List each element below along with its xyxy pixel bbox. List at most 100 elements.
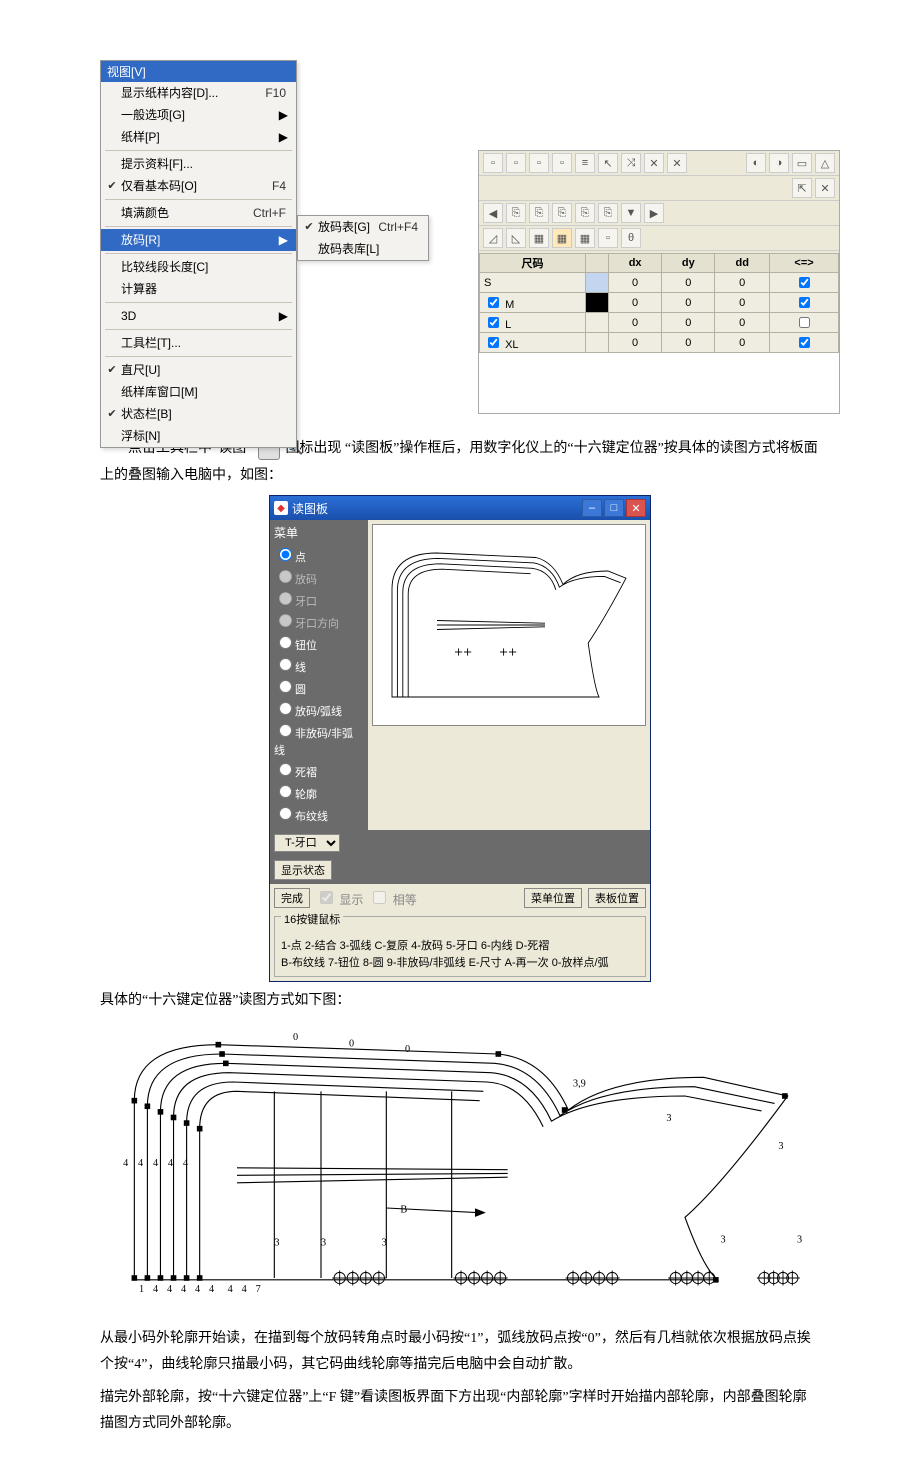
svg-text:0: 0 [405,1044,410,1055]
panel-position-button[interactable]: 表板位置 [588,888,646,908]
row-size-checkbox[interactable] [488,297,499,308]
menu-item-toolbar[interactable]: 工具栏[T]... [101,332,296,354]
row-flag-checkbox[interactable] [799,317,810,328]
radio-button-pos[interactable]: 钮位 [274,633,364,655]
tool-icon[interactable]: ◿ [483,228,503,248]
menu-item-show-pattern-content[interactable]: 显示纸样内容[D]... F10 [101,82,296,104]
svg-text:4: 4 [242,1284,247,1295]
toolbar-icon[interactable]: ◐ [746,153,766,173]
dialog-row-show-state: 显示状态 [270,856,650,884]
toolbar-icon[interactable]: ◑ [769,153,789,173]
radio-circle[interactable]: 圆 [274,677,364,699]
prev-icon[interactable]: ◀ [483,203,503,223]
radio-notch-direction[interactable]: 牙口方向 [274,611,364,633]
svg-text:4: 4 [167,1284,172,1295]
menu-item-calculator[interactable]: 计算器 [101,278,296,300]
tool-icon[interactable]: ▦ [552,228,572,248]
tool-icon[interactable]: ▦ [575,228,595,248]
grading-submenu: ✔ 放码表[G] Ctrl+F4 放码表库[L] [297,215,429,261]
toolbar-icon[interactable]: ▭ [792,153,812,173]
paragraph: 具体的“十六键定位器”读图方式如下图： [100,988,820,1015]
svg-text:4: 4 [123,1158,128,1169]
document-body: 点击工具栏中“读图” 🔍 图标出现 “读图板”操作框后，用数字化仪上的“十六键定… [100,436,820,1438]
svg-text:4: 4 [138,1158,143,1169]
equal-checkbox[interactable]: 相等 [369,888,416,908]
toolbar-icon[interactable]: ✕ [667,153,687,173]
maximize-button[interactable]: □ [604,499,624,517]
toolbar-icon[interactable]: △ [815,153,835,173]
notch-type-select[interactable]: T-牙口 [274,834,340,852]
row-size-checkbox[interactable] [488,317,499,328]
show-state-button[interactable]: 显示状态 [274,860,332,880]
dialog-titlebar[interactable]: ◆ 读图板 – □ ✕ [270,496,650,520]
toolbar-icon[interactable]: ▫ [483,153,503,173]
size-header[interactable]: 尺码 [480,254,586,273]
menu-item-ruler[interactable]: ✔ 直尺[U] [101,359,296,381]
menu-separator [105,302,292,303]
menu-item-grading[interactable]: 放码[R] ▶ [101,229,296,251]
tool-icon[interactable]: θ [621,228,641,248]
radio-notch[interactable]: 牙口 [274,589,364,611]
next-icon[interactable]: ▶ [644,203,664,223]
copy-icon[interactable]: ⎘ [506,203,526,223]
undock-icon[interactable]: ⇱ [792,178,812,198]
menu-item-3d[interactable]: 3D ▶ [101,305,296,327]
radio-nongrading-nonarc[interactable]: 非放码/非弧线 [274,721,364,760]
dropdown-icon[interactable]: ▼ [621,203,641,223]
grading-table-panel: ▫ ▫ ▫ ▫ ≡ ↖ ⤨ ✕ ✕ ◐ ◑ ▭ △ ⇱ ✕ ◀ ⎘ [478,150,840,414]
done-button[interactable]: 完成 [274,888,310,908]
copy-icon[interactable]: ⎘ [575,203,595,223]
dx-header[interactable]: dx [609,254,662,273]
minimize-button[interactable]: – [582,499,602,517]
legend-line: B-布纹线 7-钮位 8-圆 9-非放码/非弧线 E-尺寸 A-再一次 0-放样… [281,957,609,969]
toolbar-icon[interactable]: ⤨ [621,153,641,173]
menu-item-pattern-lib-window[interactable]: 纸样库窗口[M] [101,381,296,403]
menu-item-fill-color[interactable]: 填满颜色 Ctrl+F [101,202,296,224]
close-button[interactable]: ✕ [626,499,646,517]
copy-icon[interactable]: ⎘ [529,203,549,223]
copy-icon[interactable]: ⎘ [552,203,572,223]
toolbar-icon[interactable]: ▫ [506,153,526,173]
tool-icon[interactable]: ◺ [506,228,526,248]
menu-separator [105,356,292,357]
radio-grainline[interactable]: 布纹线 [274,804,364,826]
svg-text:4: 4 [183,1158,188,1169]
menu-item-tip-data[interactable]: 提示资料[F]... [101,153,296,175]
menu-item-status-bar[interactable]: ✔ 状态栏[B] [101,403,296,425]
menu-position-button[interactable]: 菜单位置 [524,888,582,908]
show-checkbox[interactable]: 显示 [316,888,363,908]
row-flag-checkbox[interactable] [799,297,810,308]
toolbar-icon[interactable]: ≡ [575,153,595,173]
radio-outline[interactable]: 轮廓 [274,782,364,804]
menu-item-cursor[interactable]: 浮标[N] [101,425,296,447]
radio-grading-arc[interactable]: 放码/弧线 [274,699,364,721]
panel-toolbar-row4: ◿ ◺ ▦ ▦ ▦ ▫ θ [479,226,839,251]
menu-item-general-options[interactable]: 一般选项[G] ▶ [101,104,296,126]
row-flag-checkbox[interactable] [799,337,810,348]
dy-header[interactable]: dy [662,254,715,273]
tool-icon[interactable]: ▦ [529,228,549,248]
close-icon[interactable]: ✕ [815,178,835,198]
submenu-grading-table-lib[interactable]: 放码表库[L] [298,238,428,260]
toolbar-icon[interactable]: ▫ [552,153,572,173]
table-row: L 0 0 0 [480,313,839,333]
row-flag-checkbox[interactable] [799,277,810,288]
panel-toolbar-row2: ⇱ ✕ [479,176,839,201]
radio-grading[interactable]: 放码 [274,567,364,589]
toolbar-icon[interactable]: ↖ [598,153,618,173]
menu-item-compare-segment-length[interactable]: 比较线段长度[C] [101,256,296,278]
svg-text:3: 3 [382,1237,387,1248]
toolbar-icon[interactable]: ✕ [644,153,664,173]
menu-item-base-size-only[interactable]: ✔ 仅看基本码[O] F4 [101,175,296,197]
flag-header[interactable]: <=> [770,254,839,273]
copy-icon[interactable]: ⎘ [598,203,618,223]
menu-item-pattern[interactable]: 纸样[P] ▶ [101,126,296,148]
submenu-grading-table[interactable]: ✔ 放码表[G] Ctrl+F4 [298,216,428,238]
toolbar-icon[interactable]: ▫ [529,153,549,173]
dd-header[interactable]: dd [715,254,770,273]
radio-dart[interactable]: 死褶 [274,760,364,782]
radio-line[interactable]: 线 [274,655,364,677]
radio-point[interactable]: 点 [274,545,364,567]
row-size-checkbox[interactable] [488,337,499,348]
tool-icon[interactable]: ▫ [598,228,618,248]
